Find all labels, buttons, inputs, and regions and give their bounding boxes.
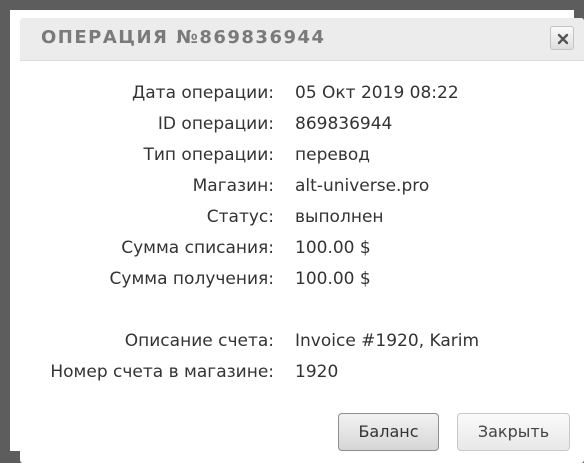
detail-row-shop: Магазин: alt-universe.pro <box>20 174 584 205</box>
detail-row-id: ID операции: 869836944 <box>20 112 584 143</box>
detail-value: 869836944 <box>295 114 393 134</box>
operation-details: Дата операции: 05 Окт 2019 08:22 ID опер… <box>20 81 584 391</box>
detail-label: Сумма получения: <box>109 269 274 289</box>
detail-row-debit-amount: Сумма списания: 100.00 $ <box>20 236 584 267</box>
dialog-title: ОПЕРАЦИЯ №869836944 <box>41 27 326 48</box>
detail-value: 100.00 $ <box>295 269 371 289</box>
detail-value: Invoice #1920, Karim <box>295 331 480 351</box>
detail-label: Магазин: <box>192 176 274 196</box>
detail-label: Номер счета в магазине: <box>50 362 274 382</box>
detail-label: Сумма списания: <box>121 238 274 258</box>
detail-row-date: Дата операции: 05 Окт 2019 08:22 <box>20 81 584 112</box>
detail-label: Описание счета: <box>124 331 274 351</box>
detail-label: ID операции: <box>157 114 274 134</box>
close-x-icon <box>557 33 569 45</box>
operation-dialog: ОПЕРАЦИЯ №869836944 Дата операции: 05 Ок… <box>0 0 584 463</box>
detail-value: 100.00 $ <box>295 238 371 258</box>
detail-label: Статус: <box>206 207 274 227</box>
close-dialog-button[interactable]: Закрыть <box>457 413 570 451</box>
close-button[interactable] <box>550 26 574 50</box>
detail-value: перевод <box>295 145 370 165</box>
detail-row-invoice-number: Номер счета в магазине: 1920 <box>20 360 584 391</box>
detail-value: 05 Окт 2019 08:22 <box>295 83 459 103</box>
balance-button[interactable]: Баланс <box>338 413 439 451</box>
detail-value: 1920 <box>295 362 339 382</box>
detail-label: Тип операции: <box>143 145 274 165</box>
detail-value: alt-universe.pro <box>295 176 430 196</box>
detail-value: выполнен <box>295 207 384 227</box>
detail-row-invoice-description: Описание счета: Invoice #1920, Karim <box>20 329 584 360</box>
detail-label: Дата операции: <box>131 83 274 103</box>
detail-row-credit-amount: Сумма получения: 100.00 $ <box>20 267 584 298</box>
detail-row-status: Статус: выполнен <box>20 205 584 236</box>
dialog-header: ОПЕРАЦИЯ №869836944 <box>20 18 584 61</box>
detail-row-type: Тип операции: перевод <box>20 143 584 174</box>
dialog-body: ОПЕРАЦИЯ №869836944 Дата операции: 05 Ок… <box>20 18 584 463</box>
